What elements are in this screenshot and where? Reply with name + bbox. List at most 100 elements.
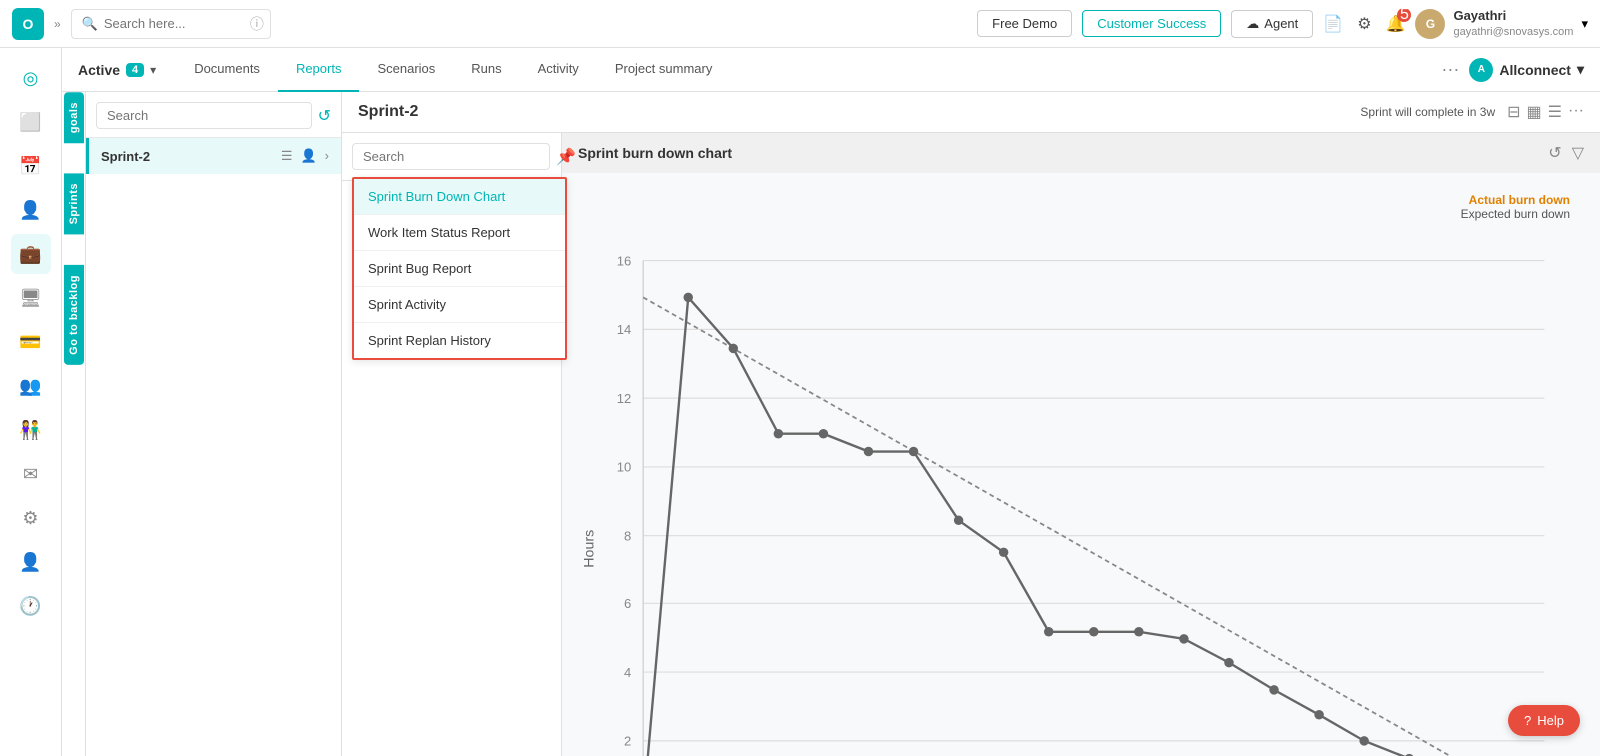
active-badge: Active 4 [78,62,144,78]
sprint-menu-icon[interactable]: ☰ [281,148,293,164]
notification-bell[interactable]: 🔔 5 [1386,14,1406,34]
view-list-icon[interactable]: ☰ [1548,102,1562,122]
sprint-sidebar-tabs: goals Sprints Go to backlog [62,92,86,756]
pin-icon[interactable]: 📌 [556,147,576,167]
nav-activity[interactable]: Activity [520,48,597,92]
left-sidebar: ◎ ⬜ 📅 👤 💼 🖥 💳 👥 👫 ✉ ⚙ 👤 🕐 [0,48,62,756]
free-demo-button[interactable]: Free Demo [977,10,1072,37]
chart-header: Sprint burn down chart ↺ ▽ [562,133,1600,173]
info-icon[interactable]: ⓘ [250,14,264,34]
header-icons: 📄 ⚙ 🔔 5 [1323,14,1405,34]
svg-text:16: 16 [617,253,632,268]
document-icon[interactable]: 📄 [1323,14,1343,34]
workspace-dropdown-arrow[interactable]: ▾ [1577,61,1584,78]
sprint-sidebar: goals Sprints Go to backlog ↺ Sprint-2 ☰… [62,92,342,756]
sidebar-item-tv[interactable]: ⬜ [11,102,51,142]
chart-legend: Actual burn down Expected burn down [1461,193,1570,221]
nav-scenarios[interactable]: Scenarios [359,48,453,92]
search-input[interactable] [104,16,244,31]
nav-right: ··· A Allconnect ▾ [1441,58,1584,82]
sidebar-item-briefcase[interactable]: 💼 [11,234,51,274]
sidebar-item-clock[interactable]: 🕐 [11,586,51,626]
reports-panel: 📌 Sprint Burn Down Chart Work Item Statu… [342,133,1600,756]
nav-reports[interactable]: Reports [278,48,360,92]
view-detail-icon[interactable]: ⊟ [1507,102,1520,122]
settings-icon[interactable]: ⚙ [1357,14,1371,34]
chart-title: Sprint burn down chart [578,145,732,161]
sprint-item[interactable]: Sprint-2 ☰ 👤 › [86,138,341,174]
dropdown-item-replan[interactable]: Sprint Replan History [354,323,565,358]
svg-text:8: 8 [624,528,631,543]
agent-button[interactable]: ☁ Agent [1231,10,1313,38]
user-email: gayathri@snovasys.com [1453,25,1573,39]
sidebar-item-team[interactable]: 👫 [11,410,51,450]
sprint-inner: ↺ Sprint-2 ☰ 👤 › [86,92,341,756]
report-search-input[interactable] [352,143,550,170]
user-profile[interactable]: G Gayathri gayathri@snovasys.com ▾ [1415,8,1588,39]
app-logo[interactable]: O [12,8,44,40]
sprint-item-name: Sprint-2 [101,149,150,164]
chart-area: Sprint burn down chart ↺ ▽ Actual burn d… [562,133,1600,756]
view-more-icon[interactable]: ··· [1568,102,1584,122]
sidebar-item-target[interactable]: ◎ [11,58,51,98]
dropdown-item-activity[interactable]: Sprint Activity [354,287,565,323]
help-label: Help [1537,713,1564,728]
nav-project-summary[interactable]: Project summary [597,48,731,92]
user-name: Gayathri [1453,8,1573,25]
chart-body: Actual burn down Expected burn down Hour… [562,173,1600,756]
help-button[interactable]: ? Help [1508,705,1580,736]
burn-chart: Hours [572,193,1580,756]
legend-actual: Actual burn down [1461,193,1570,207]
user-dropdown-arrow[interactable]: ▾ [1581,16,1588,32]
active-label: Active [78,62,120,78]
svg-text:6: 6 [624,596,631,611]
global-search-bar[interactable]: 🔍 ⓘ [71,9,271,39]
sprint-user-icon[interactable]: 👤 [300,148,316,164]
notification-count: 5 [1397,8,1411,22]
tab-sprints[interactable]: Sprints [64,173,84,234]
svg-text:Hours: Hours [581,530,597,568]
agent-cloud-icon: ☁ [1246,16,1259,32]
sprint-search-area: ↺ [86,92,341,138]
svg-text:2: 2 [624,734,631,749]
nav-more-dots[interactable]: ··· [1441,59,1459,80]
sidebar-item-admin[interactable]: 👤 [11,542,51,582]
sprint-title: Sprint-2 [358,103,418,121]
active-count: 4 [126,63,144,77]
svg-text:12: 12 [617,391,632,406]
dropdown-item-workitem[interactable]: Work Item Status Report [354,215,565,251]
view-card-icon[interactable]: ▦ [1527,102,1542,122]
search-dropdown-area: 📌 Sprint Burn Down Chart Work Item Statu… [342,133,562,756]
sidebar-item-gear[interactable]: ⚙ [11,498,51,538]
nav-runs[interactable]: Runs [453,48,519,92]
sprint-item-actions: ☰ 👤 › [281,148,329,164]
sidebar-item-person[interactable]: 👤 [11,190,51,230]
workspace-avatar: A [1469,58,1493,82]
chart-filter-icon[interactable]: ▽ [1572,143,1584,163]
tab-goals[interactable]: goals [64,92,84,143]
sprint-next-icon[interactable]: › [325,148,329,164]
sidebar-item-mail[interactable]: ✉ [11,454,51,494]
sidebar-item-card[interactable]: 💳 [11,322,51,362]
sidebar-item-monitor[interactable]: 🖥 [11,278,51,318]
sidebar-item-users[interactable]: 👥 [11,366,51,406]
avatar: G [1415,9,1445,39]
refresh-icon[interactable]: ↺ [318,106,331,126]
sidebar-item-calendar[interactable]: 📅 [11,146,51,186]
top-header: O » 🔍 ⓘ Free Demo Customer Success ☁ Age… [0,0,1600,48]
tab-backlog[interactable]: Go to backlog [64,265,84,365]
nav-documents[interactable]: Documents [176,48,278,92]
chart-refresh-icon[interactable]: ↺ [1548,143,1561,163]
legend-expected: Expected burn down [1461,207,1570,221]
active-dropdown-arrow[interactable]: ▾ [150,63,156,77]
dropdown-item-burndown[interactable]: Sprint Burn Down Chart [354,179,565,215]
help-icon: ? [1524,713,1531,728]
dropdown-item-bugreport[interactable]: Sprint Bug Report [354,251,565,287]
customer-success-button[interactable]: Customer Success [1082,10,1221,37]
content-area: goals Sprints Go to backlog ↺ Sprint-2 ☰… [62,92,1600,756]
complete-text: Sprint will complete in 3w [1360,105,1495,119]
workspace-badge[interactable]: A Allconnect ▾ [1469,58,1584,82]
expand-icon[interactable]: » [54,17,61,31]
sprint-search-input[interactable] [96,102,312,129]
sprint-header: Sprint-2 Sprint will complete in 3w ⊟ ▦ … [342,92,1600,133]
